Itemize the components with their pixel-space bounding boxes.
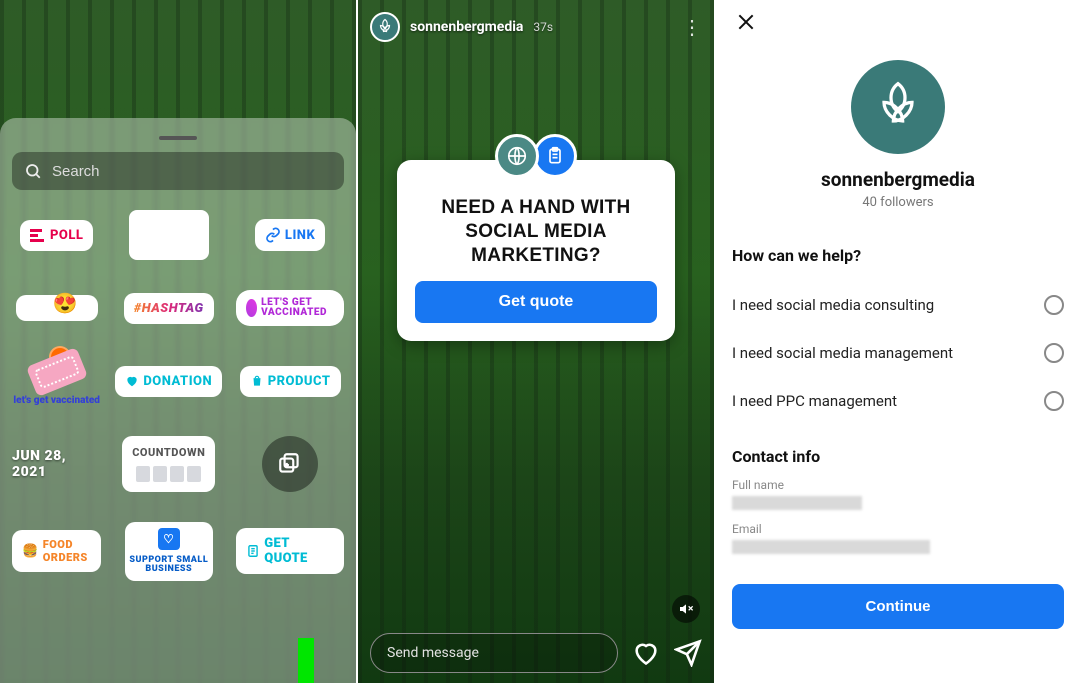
food-icon: 🍔 [22,544,39,559]
story-panel: sonnenbergmedia 37s ⋮ NEED A HAND WITH S… [358,0,716,683]
like-button[interactable] [632,639,660,667]
clipboard-icon [533,134,577,178]
poll-label: POLL [50,228,83,243]
vaccinated-heart-icon [246,299,257,317]
sticker-product[interactable]: PRODUCT [240,366,341,397]
ssb-label: SUPPORT SMALL BUSINESS [129,556,209,575]
bandage-icon [26,347,88,397]
globe-icon [495,134,539,178]
follower-count: 40 followers [732,195,1064,210]
email-label: Email [732,522,1064,536]
option-row[interactable]: I need social media consulting [732,281,1064,329]
sticker-poll[interactable]: POLL [20,220,93,251]
food-label: FOOD ORDERS [43,538,92,564]
get-quote-card: NEED A HAND WITH SOCIAL MEDIA MARKETING?… [397,160,675,341]
link-icon [265,227,281,243]
story-header: sonnenbergmedia 37s ⋮ [358,12,714,42]
continue-button[interactable]: Continue [732,584,1064,629]
donation-label: DONATION [143,374,212,389]
option-row[interactable]: I need social media management [732,329,1064,377]
profile-header: sonnenbergmedia 40 followers [732,60,1064,210]
sticker-grid: POLL LINK #HASHTAG L [12,210,344,581]
annotation-arrow [284,638,324,683]
get-quote-button[interactable]: Get quote [415,281,657,323]
donation-heart-icon [125,374,139,388]
shopping-bag-icon: ♡ [158,528,180,550]
send-message-placeholder: Send message [387,645,479,661]
profile-avatar[interactable] [370,12,400,42]
card-icon-pair [495,134,577,178]
sticker-vaccinated-illustration[interactable]: let's get vaccinated [13,356,101,406]
radio-button[interactable] [1044,343,1064,363]
get-quote-label: GET QUOTE [264,536,334,566]
sticker-donation[interactable]: DONATION [115,366,222,397]
close-button[interactable] [732,8,760,36]
sticker-emoji-slider[interactable] [16,295,98,321]
product-label: PRODUCT [268,374,331,389]
story-timestamp: 37s [533,20,553,34]
product-bag-icon [250,374,264,388]
forest-background [358,0,714,683]
options-list: I need social media consulting I need so… [732,281,1064,425]
sticker-link[interactable]: LINK [255,219,325,251]
quote-form-panel: sonnenbergmedia 40 followers How can we … [716,0,1080,683]
sticker-date[interactable]: JUN 28, 2021 [12,448,101,480]
option-label: I need social media management [732,344,953,362]
contact-info-title: Contact info [732,447,1064,466]
sticker-countdown[interactable]: COUNTDOWN [122,436,215,492]
share-button[interactable] [674,639,702,667]
sticker-panel: POLL LINK #HASHTAG L [0,0,358,683]
link-label: LINK [285,228,315,243]
stack-icon [277,451,303,477]
option-label: I need PPC management [732,392,897,410]
story-footer: Send message [358,633,714,673]
vaccinated-label: LET'S GET VACCINATED [261,298,334,318]
sticker-multicapture[interactable] [262,436,318,492]
email-value-redacted[interactable] [732,540,930,554]
search-icon [24,162,42,180]
poll-icon [30,228,46,242]
option-row[interactable]: I need PPC management [732,377,1064,425]
send-message-input[interactable]: Send message [370,633,618,673]
full-name-value-redacted[interactable] [732,496,862,510]
sticker-tray[interactable]: POLL LINK #HASHTAG L [0,118,356,683]
form-question: How can we help? [732,246,1064,265]
story-username[interactable]: sonnenbergmedia [410,19,523,35]
radio-button[interactable] [1044,391,1064,411]
search-input[interactable] [52,163,332,180]
sticker-search[interactable] [12,152,344,190]
profile-name: sonnenbergmedia [732,168,1064,191]
sticker-support-small-business[interactable]: ♡ SUPPORT SMALL BUSINESS [125,522,213,581]
sticker-food-orders[interactable]: 🍔 FOOD ORDERS [12,530,101,572]
countdown-blocks [136,466,201,482]
vaccinated-ill-caption: let's get vaccinated [13,396,101,406]
mute-icon[interactable] [672,595,700,623]
option-label: I need social media consulting [732,296,934,314]
sticker-get-quote[interactable]: GET QUOTE [236,528,344,574]
sticker-hashtag[interactable]: #HASHTAG [124,293,214,324]
quote-icon [246,544,260,558]
quote-card-title: NEED A HAND WITH SOCIAL MEDIA MARKETING? [415,196,657,267]
radio-button[interactable] [1044,295,1064,315]
countdown-label: COUNTDOWN [132,446,205,459]
profile-avatar-large [851,60,945,154]
sticker-vaccinated[interactable]: LET'S GET VACCINATED [236,290,344,326]
full-name-label: Full name [732,478,1064,492]
sticker-vote[interactable] [129,210,209,260]
tray-grabber[interactable] [159,136,197,140]
hashtag-label: #HASHTAG [134,301,204,316]
more-icon[interactable]: ⋮ [682,15,702,39]
